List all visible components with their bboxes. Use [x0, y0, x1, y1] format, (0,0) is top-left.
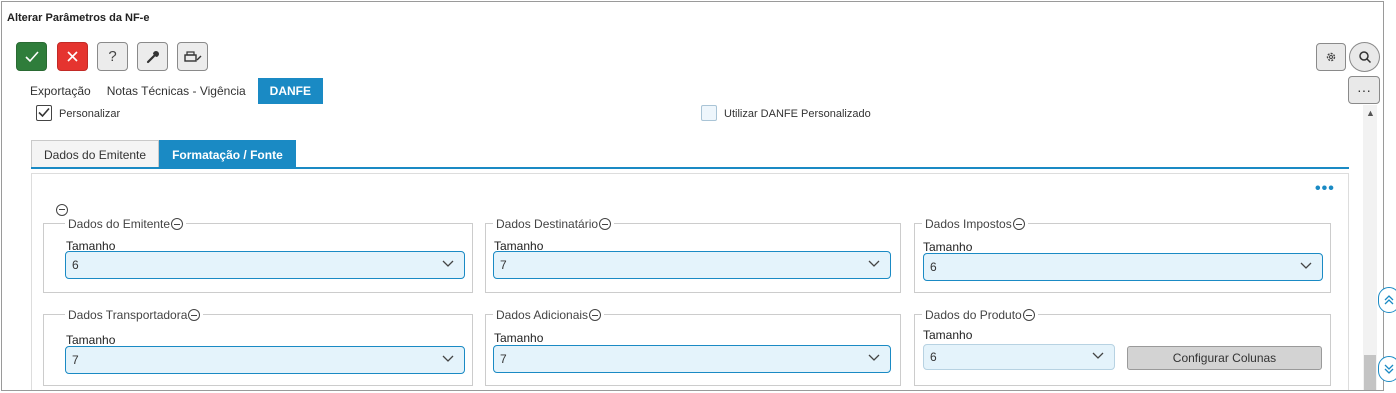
help-label: ? [108, 48, 117, 65]
search-icon [1358, 51, 1371, 64]
collapse-emitente-icon[interactable] [171, 218, 184, 230]
printer-icon [183, 50, 201, 62]
section-adicionais-title: Dados Adicionais [493, 308, 605, 322]
scroll-bottom-button[interactable] [1378, 356, 1396, 382]
chevron-down-icon [868, 260, 880, 267]
scroll-up-arrow-icon[interactable]: ▲ [1366, 108, 1375, 118]
destinatario-tamanho-select[interactable]: 7 [493, 251, 891, 279]
scrollbar-thumb[interactable] [1364, 355, 1376, 390]
tab-underline [31, 167, 1349, 169]
dialog-window: Alterar Parâmetros da NF-e ? ··· Exporta… [1, 1, 1384, 391]
tab-formatacao-fonte[interactable]: Formatação / Fonte [159, 140, 296, 168]
settings-button[interactable] [1316, 43, 1346, 71]
help-button[interactable]: ? [97, 42, 128, 71]
utilizar-danfe-label: Utilizar DANFE Personalizado [724, 108, 871, 120]
chevron-down-icon [442, 260, 454, 267]
minus-circle-icon [56, 203, 68, 216]
search-button[interactable] [1349, 42, 1380, 72]
main-tabs: Exportação Notas Técnicas - Vigência DAN… [22, 78, 324, 104]
tab-dados-emitente[interactable]: Dados do Emitente [31, 140, 160, 168]
double-chevron-down-icon [1384, 364, 1394, 374]
more-icon: ··· [1357, 82, 1371, 98]
adicionais-tamanho-label: Tamanho [494, 331, 544, 345]
configurar-colunas-button[interactable]: Configurar Colunas [1127, 346, 1322, 370]
close-icon [67, 51, 78, 62]
impostos-tamanho-label: Tamanho [923, 240, 973, 254]
gear-icon [1326, 52, 1336, 62]
scrollbar[interactable] [1363, 105, 1377, 390]
scroll-top-button[interactable] [1378, 287, 1396, 313]
chevron-down-icon [1092, 352, 1104, 359]
check-icon [38, 107, 50, 118]
produto-tamanho-select[interactable]: 6 [923, 344, 1115, 370]
collapse-produto-icon[interactable] [1022, 309, 1035, 321]
chevron-down-icon [1300, 262, 1312, 269]
cancel-button[interactable] [57, 42, 88, 71]
tab-notas-tecnicas[interactable]: Notas Técnicas - Vigência [99, 78, 254, 104]
utilizar-danfe-checkbox[interactable] [701, 105, 717, 121]
collapse-transportadora-icon[interactable] [188, 309, 201, 321]
collapse-impostos-icon[interactable] [1012, 218, 1025, 230]
collapse-adicionais-icon[interactable] [589, 309, 602, 321]
chevron-down-icon [868, 354, 880, 361]
section-transportadora-title: Dados Transportadora [65, 308, 204, 322]
double-chevron-up-icon [1384, 295, 1394, 305]
transportadora-tamanho-select[interactable]: 7 [65, 346, 465, 374]
window-title: Alterar Parâmetros da NF-e [7, 12, 150, 24]
section-destinatario-title: Dados Destinatário [493, 217, 615, 231]
section-emitente-title: Dados do Emitente [65, 217, 187, 231]
adicionais-tamanho-select[interactable]: 7 [493, 345, 891, 373]
check-icon [24, 50, 39, 62]
panel-options-icon[interactable]: ••• [1315, 180, 1335, 198]
personalizar-label: Personalizar [59, 108, 121, 120]
collapse-all-button[interactable] [55, 197, 68, 216]
confirm-button[interactable] [16, 42, 47, 71]
print-button[interactable] [177, 42, 208, 71]
personalizar-checkbox[interactable] [36, 105, 52, 121]
more-options-button[interactable]: ··· [1348, 76, 1380, 104]
produto-tamanho-label: Tamanho [923, 328, 973, 342]
transportadora-tamanho-label: Tamanho [66, 333, 116, 347]
tools-button[interactable] [137, 42, 168, 71]
emitente-tamanho-select[interactable]: 6 [65, 251, 465, 279]
wrench-icon [146, 50, 159, 63]
collapse-destinatario-icon[interactable] [599, 218, 612, 230]
section-produto-title: Dados do Produto [922, 308, 1038, 322]
section-impostos-title: Dados Impostos [922, 217, 1028, 231]
impostos-tamanho-select[interactable]: 6 [923, 253, 1323, 281]
sub-tabs: Dados do Emitente Formatação / Fonte [31, 140, 296, 168]
tab-exportacao[interactable]: Exportação [22, 78, 99, 104]
tab-danfe[interactable]: DANFE [257, 78, 324, 104]
chevron-down-icon [442, 355, 454, 362]
